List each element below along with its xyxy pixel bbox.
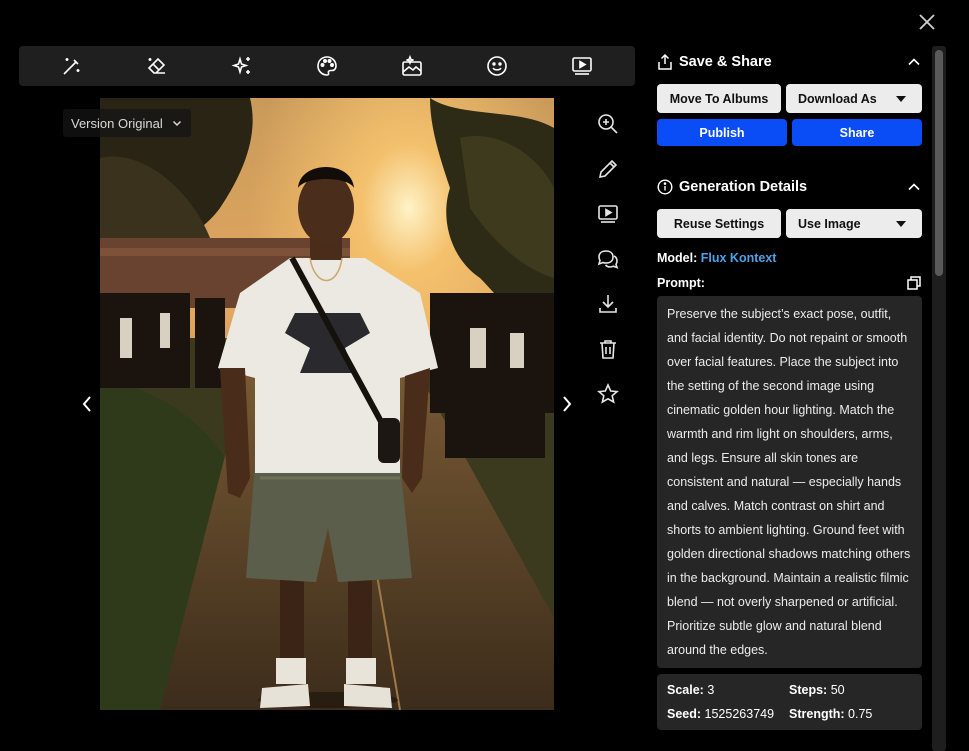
download-icon (599, 295, 617, 313)
palette-icon (317, 56, 337, 76)
star-icon (597, 383, 619, 404)
sparkles-icon (231, 56, 250, 75)
chat-icon (597, 250, 619, 269)
version-dropdown[interactable]: Version Original (63, 109, 191, 137)
save-share-title: Save & Share (679, 54, 772, 70)
details-panel: Save & Share Move To Albums Download As … (657, 46, 922, 751)
download-as-dropdown[interactable]: Download As (786, 84, 922, 113)
color-tool-button[interactable] (313, 52, 341, 80)
magic-wand-icon (62, 58, 80, 75)
comments-button[interactable] (594, 245, 622, 273)
zoom-in-icon (598, 114, 618, 134)
save-share-header[interactable]: Save & Share (657, 46, 922, 78)
animate-button[interactable] (594, 200, 622, 228)
chevron-down-icon (172, 120, 181, 127)
move-to-albums-button[interactable]: Move To Albums (657, 84, 781, 113)
pencil-icon (598, 159, 618, 179)
prompt-text: Preserve the subject’s exact pose, outfi… (657, 296, 922, 668)
previous-image-button[interactable] (76, 392, 98, 416)
enhance-tool-button[interactable] (228, 52, 256, 80)
prompt-label: Prompt: (657, 276, 705, 290)
delete-button[interactable] (594, 335, 622, 363)
chevron-up-icon (908, 183, 920, 191)
scrollbar-thumb[interactable] (935, 50, 943, 276)
video-tool-button[interactable] (568, 52, 596, 80)
image-edit-icon (402, 55, 422, 76)
face-tool-button[interactable] (483, 52, 511, 80)
copy-prompt-button[interactable] (906, 275, 922, 291)
edit-toolbar (19, 46, 635, 86)
collapse-save-share[interactable] (906, 54, 922, 70)
share-button[interactable]: Share (792, 119, 922, 146)
generation-details-header[interactable]: Generation Details (657, 171, 922, 203)
collapse-generation-details[interactable] (906, 179, 922, 195)
trash-icon (600, 340, 616, 359)
use-image-dropdown[interactable]: Use Image (786, 209, 922, 238)
eraser-icon (147, 57, 165, 74)
zoom-in-button[interactable] (594, 110, 622, 138)
chevron-right-icon (563, 396, 572, 412)
version-label: Version Original (71, 115, 163, 131)
info-icon (657, 179, 673, 195)
copy-icon (907, 276, 921, 290)
caret-down-icon (896, 220, 906, 227)
scale-stat: Scale: 3 (667, 683, 715, 697)
generation-details-title: Generation Details (679, 179, 808, 195)
model-line: Model: Flux Kontext (657, 251, 922, 265)
generation-stats: Scale: 3 Steps: 50 Seed: 1525263749 Stre… (657, 674, 922, 730)
magic-wand-tool-button[interactable] (58, 52, 86, 80)
video-icon (598, 205, 618, 223)
next-image-button[interactable] (556, 392, 578, 416)
model-link[interactable]: Flux Kontext (701, 251, 777, 265)
download-button[interactable] (594, 290, 622, 318)
panel-scrollbar[interactable] (932, 46, 946, 751)
edit-button[interactable] (594, 155, 622, 183)
close-button[interactable] (915, 10, 939, 34)
caret-down-icon (896, 95, 906, 102)
chevron-up-icon (908, 58, 920, 66)
image-actions (594, 110, 622, 425)
eraser-tool-button[interactable] (143, 52, 171, 80)
strength-stat: Strength: 0.75 (789, 707, 873, 721)
close-icon (919, 14, 935, 30)
steps-stat: Steps: 50 (789, 683, 845, 697)
publish-button[interactable]: Publish (657, 119, 787, 146)
favorite-button[interactable] (594, 380, 622, 408)
prompt-header: Prompt: (657, 275, 922, 291)
face-icon (487, 56, 508, 76)
reuse-settings-button[interactable]: Reuse Settings (657, 209, 781, 238)
generated-image (100, 98, 554, 710)
chevron-left-icon (82, 396, 91, 412)
background-tool-button[interactable] (398, 52, 426, 80)
share-icon (658, 54, 672, 70)
model-label: Model: (657, 251, 698, 265)
video-icon (572, 57, 593, 75)
seed-stat: Seed: 1525263749 (667, 707, 775, 721)
